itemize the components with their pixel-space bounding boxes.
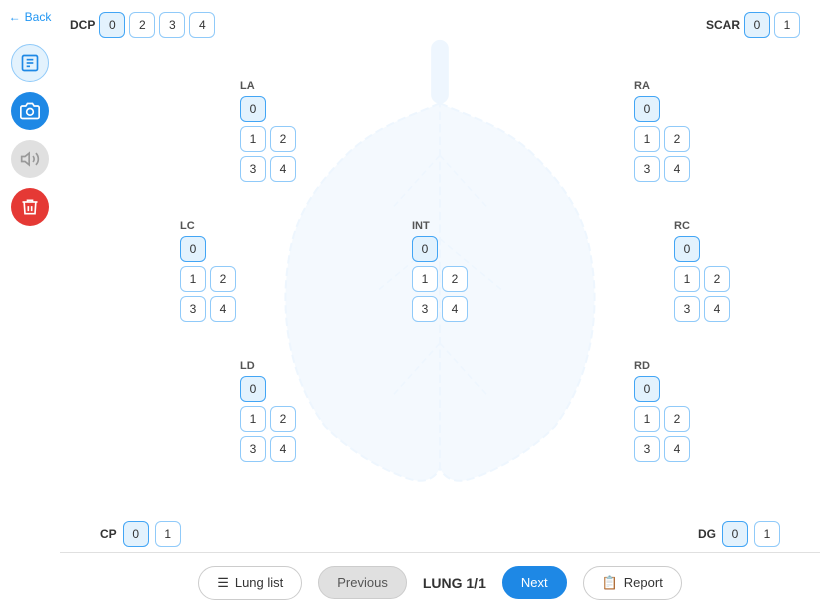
rc-label: RC	[674, 220, 730, 232]
back-button[interactable]: ← Back	[9, 10, 52, 24]
lung-list-icon: ☰	[217, 575, 229, 591]
ra-btn-0[interactable]: 0	[634, 96, 660, 122]
lc-btn-1[interactable]: 1	[180, 266, 206, 292]
edit-icon-button[interactable]	[11, 44, 49, 82]
cp-label: CP	[100, 527, 117, 541]
dcp-btn-4[interactable]: 4	[189, 12, 215, 38]
ra-label: RA	[634, 80, 690, 92]
rc-btn-4[interactable]: 4	[704, 296, 730, 322]
audio-icon-button[interactable]	[11, 140, 49, 178]
la-btn-4[interactable]: 4	[270, 156, 296, 182]
lc-section: LC 0 1 2 3 4	[180, 220, 236, 322]
back-arrow-icon: ←	[9, 10, 21, 24]
la-btn-0[interactable]: 0	[240, 96, 266, 122]
previous-button[interactable]: Previous	[318, 566, 407, 599]
int-btn-3[interactable]: 3	[412, 296, 438, 322]
la-section: LA 0 1 2 3 4	[240, 80, 296, 182]
ra-btn-2[interactable]: 2	[664, 126, 690, 152]
sidebar: ← Back	[0, 0, 60, 612]
lung-list-label: Lung list	[235, 575, 283, 590]
previous-label: Previous	[337, 575, 388, 590]
rd-btn-3[interactable]: 3	[634, 436, 660, 462]
dcp-group: DCP 0 2 3 4	[70, 12, 215, 38]
report-icon: 📋	[602, 575, 618, 591]
int-btn-2[interactable]: 2	[442, 266, 468, 292]
rd-btn-0[interactable]: 0	[634, 376, 660, 402]
main-content: DCP 0 2 3 4 SCAR 0 1 LA 0 1 2 3 4 RA	[60, 0, 820, 612]
back-label: Back	[25, 10, 52, 24]
camera-icon-button[interactable]	[11, 92, 49, 130]
rd-btn-2[interactable]: 2	[664, 406, 690, 432]
report-label: Report	[624, 575, 663, 590]
rd-btn-1[interactable]: 1	[634, 406, 660, 432]
lc-btn-0[interactable]: 0	[180, 236, 206, 262]
lung-list-button[interactable]: ☰ Lung list	[198, 566, 302, 600]
next-label: Next	[521, 575, 548, 590]
int-section: INT 0 1 2 3 4	[412, 220, 468, 322]
ld-btn-2[interactable]: 2	[270, 406, 296, 432]
la-btn-2[interactable]: 2	[270, 126, 296, 152]
ra-section: RA 0 1 2 3 4	[634, 80, 690, 182]
cp-group: CP 0 1	[100, 521, 181, 547]
rd-section: RD 0 1 2 3 4	[634, 360, 690, 462]
int-btn-1[interactable]: 1	[412, 266, 438, 292]
lc-btn-2[interactable]: 2	[210, 266, 236, 292]
lc-btn-4[interactable]: 4	[210, 296, 236, 322]
ld-btn-1[interactable]: 1	[240, 406, 266, 432]
int-label: INT	[412, 220, 468, 232]
dg-btn-0[interactable]: 0	[722, 521, 748, 547]
rc-section: RC 0 1 2 3 4	[674, 220, 730, 322]
la-label: LA	[240, 80, 296, 92]
next-button[interactable]: Next	[502, 566, 567, 599]
ra-btn-4[interactable]: 4	[664, 156, 690, 182]
la-btn-3[interactable]: 3	[240, 156, 266, 182]
ra-btn-3[interactable]: 3	[634, 156, 660, 182]
dg-label: DG	[698, 527, 716, 541]
cp-btn-0[interactable]: 0	[123, 521, 149, 547]
la-btn-1[interactable]: 1	[240, 126, 266, 152]
dg-btn-1[interactable]: 1	[754, 521, 780, 547]
scar-btn-1[interactable]: 1	[774, 12, 800, 38]
page-indicator: LUNG 1/1	[423, 575, 486, 591]
scar-label: SCAR	[706, 18, 740, 32]
ld-btn-4[interactable]: 4	[270, 436, 296, 462]
scar-btn-0[interactable]: 0	[744, 12, 770, 38]
lc-btn-3[interactable]: 3	[180, 296, 206, 322]
int-btn-4[interactable]: 4	[442, 296, 468, 322]
rc-btn-0[interactable]: 0	[674, 236, 700, 262]
rc-btn-3[interactable]: 3	[674, 296, 700, 322]
ld-btn-3[interactable]: 3	[240, 436, 266, 462]
dcp-btn-0[interactable]: 0	[99, 12, 125, 38]
ld-section: LD 0 1 2 3 4	[240, 360, 296, 462]
bottom-nav: ☰ Lung list Previous LUNG 1/1 Next 📋 Rep…	[60, 552, 820, 612]
ld-label: LD	[240, 360, 296, 372]
delete-icon-button[interactable]	[11, 188, 49, 226]
ld-btn-0[interactable]: 0	[240, 376, 266, 402]
rd-btn-4[interactable]: 4	[664, 436, 690, 462]
dcp-label: DCP	[70, 18, 95, 32]
lc-label: LC	[180, 220, 236, 232]
bottom-labels: CP 0 1 DG 0 1	[60, 521, 820, 547]
dcp-btn-2[interactable]: 2	[129, 12, 155, 38]
dcp-btn-3[interactable]: 3	[159, 12, 185, 38]
rc-btn-2[interactable]: 2	[704, 266, 730, 292]
int-btn-0[interactable]: 0	[412, 236, 438, 262]
scar-group: SCAR 0 1	[706, 12, 800, 38]
rd-label: RD	[634, 360, 690, 372]
dg-group: DG 0 1	[698, 521, 780, 547]
rc-btn-1[interactable]: 1	[674, 266, 700, 292]
ra-btn-1[interactable]: 1	[634, 126, 660, 152]
cp-btn-1[interactable]: 1	[155, 521, 181, 547]
report-button[interactable]: 📋 Report	[583, 566, 682, 600]
